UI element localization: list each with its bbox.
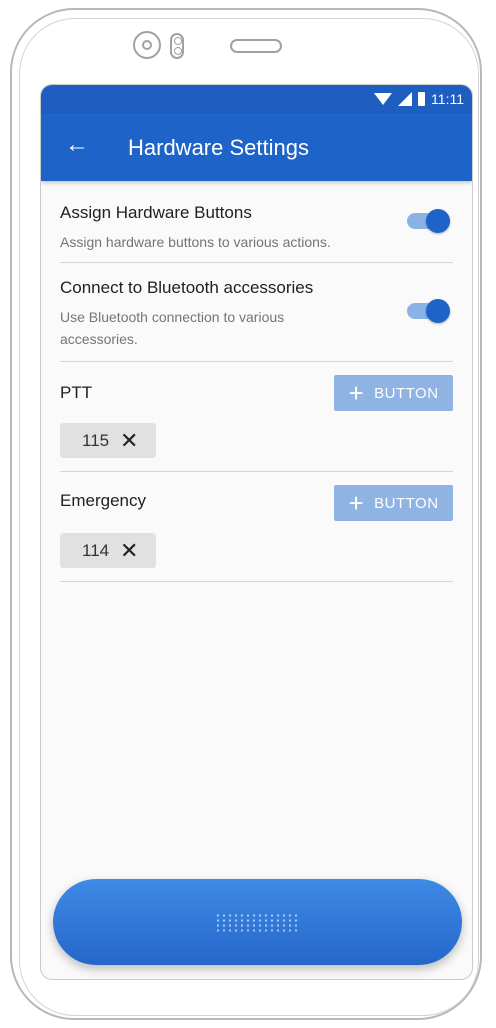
setting-subtitle: Use Bluetooth connection to various acce… xyxy=(60,309,285,347)
setting-title: Connect to Bluetooth accessories xyxy=(60,278,314,297)
status-time: 11:11 xyxy=(431,91,464,107)
app-bar: ← Hardware Settings xyxy=(41,113,472,181)
earpiece-speaker xyxy=(230,39,282,53)
emergency-button-chip: 114 ✕ xyxy=(60,533,156,568)
setting-title: Assign Hardware Buttons xyxy=(60,203,252,222)
emergency-label: Emergency xyxy=(60,491,146,510)
cellular-signal-icon xyxy=(398,92,413,106)
ptt-label: PTT xyxy=(60,383,93,402)
plus-icon: + xyxy=(348,378,365,408)
remove-chip-icon[interactable]: ✕ xyxy=(120,428,138,454)
battery-icon xyxy=(418,92,426,106)
setting-assign-hardware-buttons[interactable]: Assign Hardware Buttons Assign hardware … xyxy=(60,181,453,263)
remove-chip-icon[interactable]: ✕ xyxy=(120,538,138,564)
emergency-section: Emergency + BUTTON 114 ✕ xyxy=(60,472,453,582)
ptt-section: PTT + BUTTON 115 ✕ xyxy=(60,362,453,472)
screen: 11:11 ← Hardware Settings Assign Hardwar… xyxy=(40,84,473,980)
toggle-thumb xyxy=(426,209,450,233)
front-camera-icon xyxy=(133,31,161,59)
add-emergency-button[interactable]: + BUTTON xyxy=(334,485,453,521)
add-button-label: BUTTON xyxy=(374,494,439,512)
back-arrow-icon[interactable]: ← xyxy=(65,131,89,159)
hardware-ptt-button[interactable] xyxy=(53,879,462,965)
bluetooth-accessories-toggle[interactable] xyxy=(407,299,450,323)
ptt-button-chip: 115 ✕ xyxy=(60,423,156,458)
toggle-thumb xyxy=(426,299,450,323)
add-ptt-button[interactable]: + BUTTON xyxy=(334,375,453,411)
status-bar: 11:11 xyxy=(41,85,472,113)
settings-content: Assign Hardware Buttons Assign hardware … xyxy=(41,181,472,582)
assign-hardware-buttons-toggle[interactable] xyxy=(407,209,450,233)
add-button-label: BUTTON xyxy=(374,384,439,402)
chip-value: 115 xyxy=(82,430,110,450)
plus-icon: + xyxy=(348,488,365,518)
page-title: Hardware Settings xyxy=(128,135,309,160)
sensor-icon xyxy=(170,33,184,59)
grip-texture xyxy=(215,913,301,933)
setting-subtitle: Assign hardware buttons to various actio… xyxy=(60,234,331,250)
setting-bluetooth-accessories[interactable]: Connect to Bluetooth accessories Use Blu… xyxy=(60,263,453,362)
chip-value: 114 xyxy=(82,540,110,560)
wifi-icon xyxy=(374,93,393,105)
